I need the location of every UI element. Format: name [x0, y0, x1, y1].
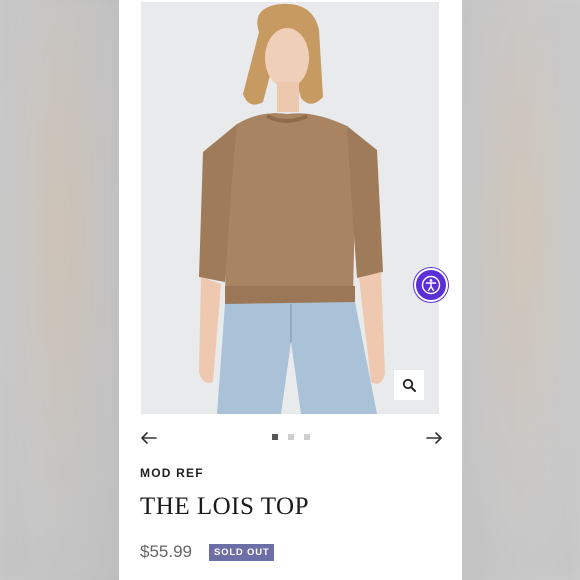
product-photo[interactable] [141, 2, 439, 414]
magnifier-icon [402, 378, 416, 392]
slide-dot-1[interactable] [272, 434, 278, 440]
product-title: THE LOIS TOP [140, 493, 309, 520]
model-illustration [199, 3, 385, 414]
product-price: $55.99 [140, 542, 192, 561]
product-card: MOD REF THE LOIS TOP $55.99 SOLD OUT [119, 0, 462, 580]
next-image-button[interactable] [424, 428, 444, 448]
previous-image-button[interactable] [139, 428, 159, 448]
background-blur-left [0, 0, 120, 580]
gallery-navigation [139, 428, 444, 448]
accessibility-button[interactable] [414, 268, 448, 302]
slide-dot-3[interactable] [304, 434, 310, 440]
arrow-left-icon [141, 432, 157, 444]
arrow-right-icon [426, 432, 442, 444]
accessibility-icon [421, 275, 441, 295]
sold-out-badge: SOLD OUT [209, 544, 275, 561]
background-blur-right [462, 0, 580, 580]
slide-indicator [272, 434, 310, 440]
slide-dot-2[interactable] [288, 434, 294, 440]
product-brand[interactable]: MOD REF [140, 466, 204, 480]
zoom-button[interactable] [394, 370, 424, 400]
